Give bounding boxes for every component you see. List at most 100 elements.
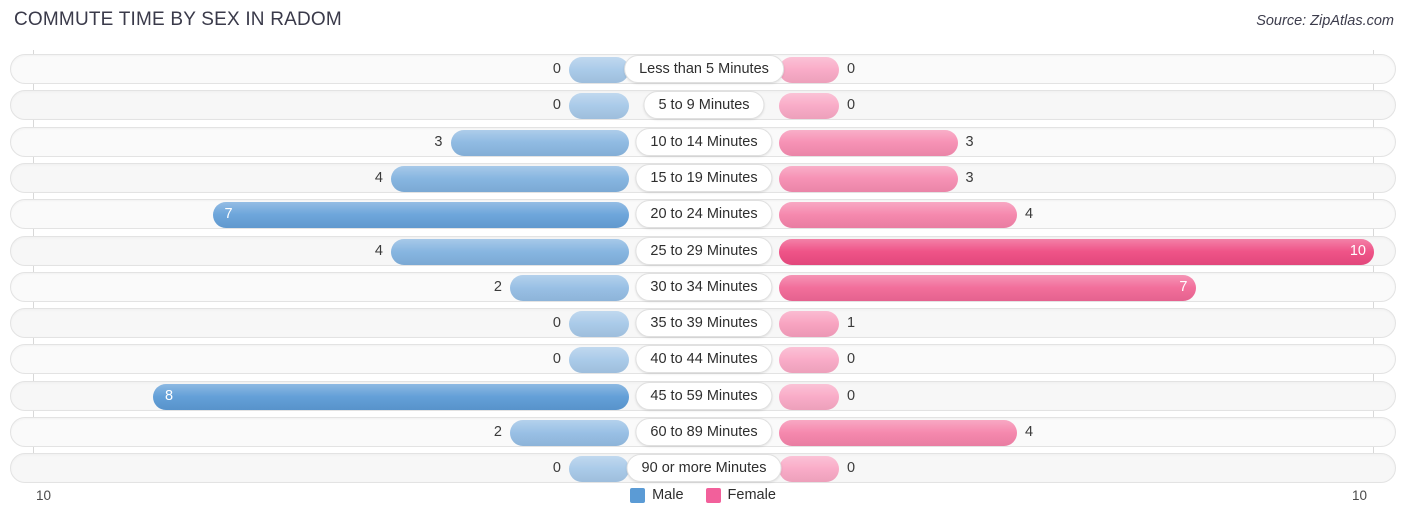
legend-label-male: Male	[652, 487, 684, 503]
bar-female[interactable]	[779, 93, 839, 120]
bar-male[interactable]	[510, 420, 629, 446]
bar-row[interactable]: 0 0 5 to 9 Minutes	[10, 90, 1396, 121]
bar-female-gloss	[779, 129, 958, 156]
bar-female[interactable]	[779, 165, 958, 192]
bar-value-female: 4	[1025, 424, 1034, 440]
legend-swatch-female-icon	[705, 487, 721, 503]
bar-value-male: 0	[552, 460, 561, 477]
bar-male[interactable]	[450, 129, 629, 156]
bar-female[interactable]	[779, 347, 839, 374]
bar-row[interactable]: 7 4 20 to 24 Minutes	[10, 199, 1396, 230]
bar-male-gloss	[450, 129, 629, 156]
legend-item-male[interactable]: Male	[630, 487, 684, 503]
category-label: 90 or more Minutes	[626, 454, 782, 483]
bar-female[interactable]	[779, 129, 958, 156]
source-attribution: Source: ZipAtlas.com	[1256, 13, 1394, 29]
bar-row[interactable]: 0 0 40 to 44 Minutes	[10, 344, 1396, 375]
bar-value-male: 0	[552, 97, 561, 114]
bar-male[interactable]	[569, 57, 629, 83]
bar-male[interactable]	[391, 238, 629, 265]
bar-row[interactable]: 3 3 10 to 14 Minutes	[10, 126, 1396, 157]
bar-value-male: 2	[493, 278, 502, 295]
category-label: 35 to 39 Minutes	[635, 309, 773, 338]
bar-row[interactable]: 0 0 Less than 5 Minutes	[10, 54, 1396, 84]
bar-value-female: 3	[965, 133, 974, 150]
bar-value-male: 7	[224, 206, 233, 223]
bar-male[interactable]	[569, 347, 629, 374]
bar-female[interactable]	[779, 238, 1374, 265]
bar-female-gloss	[779, 274, 1196, 301]
category-label: 40 to 44 Minutes	[635, 345, 773, 374]
bar-value-male: 2	[493, 424, 502, 440]
bar-female-gloss	[779, 347, 839, 374]
bar-male-gloss	[391, 165, 629, 192]
category-label: 45 to 59 Minutes	[635, 381, 773, 410]
bar-row[interactable]: 2 4 60 to 89 Minutes	[10, 417, 1396, 447]
category-label: 25 to 29 Minutes	[635, 236, 773, 265]
plot-area: 0 0 Less than 5 Minutes 0 0 5 to 9 Minutes 3 3 1…	[0, 50, 1406, 484]
bar-female-gloss	[779, 202, 1017, 229]
bar-value-female: 0	[847, 351, 856, 368]
bar-male-gloss	[569, 347, 629, 374]
bar-value-female: 10	[1349, 242, 1366, 259]
legend-label-female: Female	[727, 487, 776, 503]
legend-swatch-male-icon	[630, 487, 646, 503]
bar-male-gloss	[569, 57, 629, 83]
bar-female[interactable]	[779, 456, 839, 483]
bar-female-gloss	[779, 456, 839, 483]
bar-value-male: 0	[552, 351, 561, 368]
bar-value-male: 8	[165, 387, 174, 404]
bar-female[interactable]	[779, 311, 839, 338]
bar-male-gloss	[391, 238, 629, 265]
bar-female-gloss	[779, 93, 839, 120]
bar-male-gloss	[212, 202, 629, 229]
bar-value-female: 7	[1179, 278, 1188, 295]
page-title: COMMUTE TIME BY SEX IN RADOM	[14, 9, 342, 30]
bar-female-gloss	[779, 165, 958, 192]
bar-value-male: 0	[552, 61, 561, 77]
category-label: 15 to 19 Minutes	[635, 163, 773, 192]
bar-row[interactable]: 2 7 30 to 34 Minutes	[10, 271, 1396, 302]
category-label: 5 to 9 Minutes	[643, 91, 765, 120]
bar-female[interactable]	[779, 202, 1017, 229]
bar-row[interactable]: 8 0 45 to 59 Minutes	[10, 380, 1396, 411]
category-label: 30 to 34 Minutes	[635, 272, 773, 301]
bar-row[interactable]: 0 1 35 to 39 Minutes	[10, 308, 1396, 339]
legend-item-female[interactable]: Female	[705, 487, 776, 503]
chart-container: COMMUTE TIME BY SEX IN RADOM Source: Zip…	[0, 0, 1406, 522]
bar-male[interactable]	[510, 274, 629, 301]
bar-female-gloss	[779, 420, 1017, 446]
bar-female[interactable]	[779, 57, 839, 83]
bar-value-male: 3	[434, 133, 443, 150]
bar-row[interactable]: 4 3 15 to 19 Minutes	[10, 162, 1396, 193]
legend: Male Female	[0, 487, 1406, 503]
bar-male-gloss	[510, 420, 629, 446]
bar-value-female: 0	[847, 97, 856, 114]
bar-male[interactable]	[153, 383, 629, 410]
bar-male[interactable]	[569, 311, 629, 338]
category-label: Less than 5 Minutes	[624, 55, 784, 83]
bar-male[interactable]	[212, 202, 629, 229]
bar-female-gloss	[779, 383, 839, 410]
bar-male[interactable]	[391, 165, 629, 192]
bar-male-gloss	[510, 274, 629, 301]
category-label: 20 to 24 Minutes	[635, 200, 773, 229]
bar-male[interactable]	[569, 456, 629, 483]
bar-row[interactable]: 0 0 90 or more Minutes	[10, 453, 1396, 484]
bar-female[interactable]	[779, 274, 1196, 301]
bar-value-female: 0	[847, 61, 856, 77]
bar-female-gloss	[779, 311, 839, 338]
bar-female[interactable]	[779, 420, 1017, 446]
bar-male[interactable]	[569, 93, 629, 120]
bar-male-gloss	[569, 456, 629, 483]
bar-row[interactable]: 4 10 25 to 29 Minutes	[10, 235, 1396, 266]
bar-female[interactable]	[779, 383, 839, 410]
bar-value-female: 3	[965, 169, 974, 186]
bar-value-female: 4	[1025, 206, 1034, 223]
bar-female-gloss	[779, 238, 1374, 265]
bar-value-female: 1	[847, 315, 856, 332]
bar-value-male: 0	[552, 315, 561, 332]
bar-value-male: 4	[374, 242, 383, 259]
bar-male-gloss	[569, 93, 629, 120]
category-label: 10 to 14 Minutes	[635, 127, 773, 156]
